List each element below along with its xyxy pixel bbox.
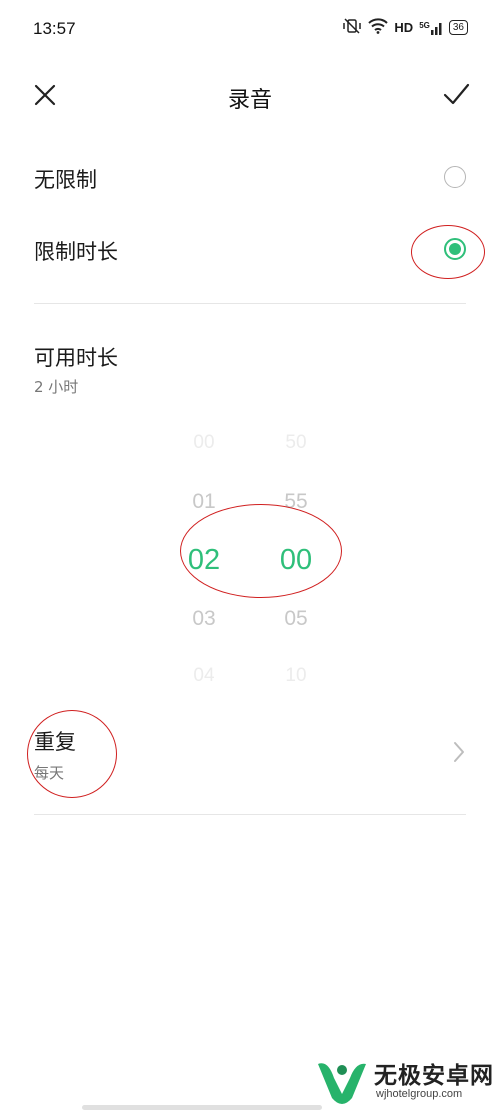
signal-5g-label: 5G bbox=[419, 20, 430, 30]
confirm-button[interactable] bbox=[442, 80, 470, 108]
status-bar: 13:57 HD 5G 36 bbox=[0, 0, 500, 60]
hour-option[interactable]: 03 bbox=[169, 607, 239, 631]
divider bbox=[34, 303, 466, 304]
watermark-text: 无极安卓网 bbox=[374, 1063, 494, 1089]
minute-picker[interactable]: 50 55 00 05 10 bbox=[261, 420, 331, 710]
available-duration-value: 2 小时 bbox=[34, 378, 79, 396]
chevron-right-icon bbox=[454, 742, 464, 762]
battery-icon: 36 bbox=[448, 20, 468, 35]
hour-option[interactable]: 01 bbox=[169, 490, 239, 514]
repeat-value: 每天 bbox=[34, 764, 65, 782]
network-hd-label: HD bbox=[394, 20, 414, 35]
radio-limit-duration[interactable] bbox=[444, 238, 466, 260]
home-indicator[interactable] bbox=[82, 1105, 322, 1110]
option-limit-duration[interactable]: 限制时长 bbox=[34, 222, 466, 278]
available-duration-title: 可用时长 bbox=[34, 346, 118, 370]
page-title: 录音 bbox=[227, 88, 272, 113]
wifi-icon bbox=[368, 18, 389, 37]
radio-unlimited[interactable] bbox=[444, 166, 466, 188]
watermark-logo-icon bbox=[318, 1063, 366, 1104]
option-unlimited[interactable]: 无限制 bbox=[34, 150, 466, 206]
repeat-row[interactable]: 重复 每天 bbox=[34, 716, 466, 796]
check-icon bbox=[443, 83, 470, 105]
hour-option[interactable]: 00 bbox=[169, 432, 239, 454]
signal-icon: 5G bbox=[419, 21, 443, 35]
minute-option[interactable]: 10 bbox=[261, 665, 331, 687]
option-limit-duration-label: 限制时长 bbox=[34, 240, 118, 264]
vibrate-off-icon bbox=[342, 18, 362, 37]
minute-option-selected[interactable]: 00 bbox=[261, 544, 331, 577]
hour-picker[interactable]: 00 01 02 03 04 bbox=[169, 420, 239, 710]
option-unlimited-label: 无限制 bbox=[34, 168, 97, 192]
hour-option[interactable]: 04 bbox=[169, 665, 239, 687]
divider bbox=[34, 814, 466, 815]
minute-option[interactable]: 05 bbox=[261, 607, 331, 631]
hour-option-selected[interactable]: 02 bbox=[169, 544, 239, 577]
repeat-label: 重复 bbox=[34, 730, 76, 754]
watermark-url: wjhotelgroup.com bbox=[376, 1088, 463, 1100]
status-time: 13:57 bbox=[33, 19, 76, 38]
title-bar: 录音 bbox=[0, 70, 500, 120]
status-icons: HD 5G 36 bbox=[342, 18, 468, 37]
battery-level: 36 bbox=[452, 22, 464, 33]
minute-option[interactable]: 50 bbox=[261, 432, 331, 454]
minute-option[interactable]: 55 bbox=[261, 490, 331, 514]
watermark: 无极安卓网 wjhotelgroup.com bbox=[312, 1050, 500, 1110]
